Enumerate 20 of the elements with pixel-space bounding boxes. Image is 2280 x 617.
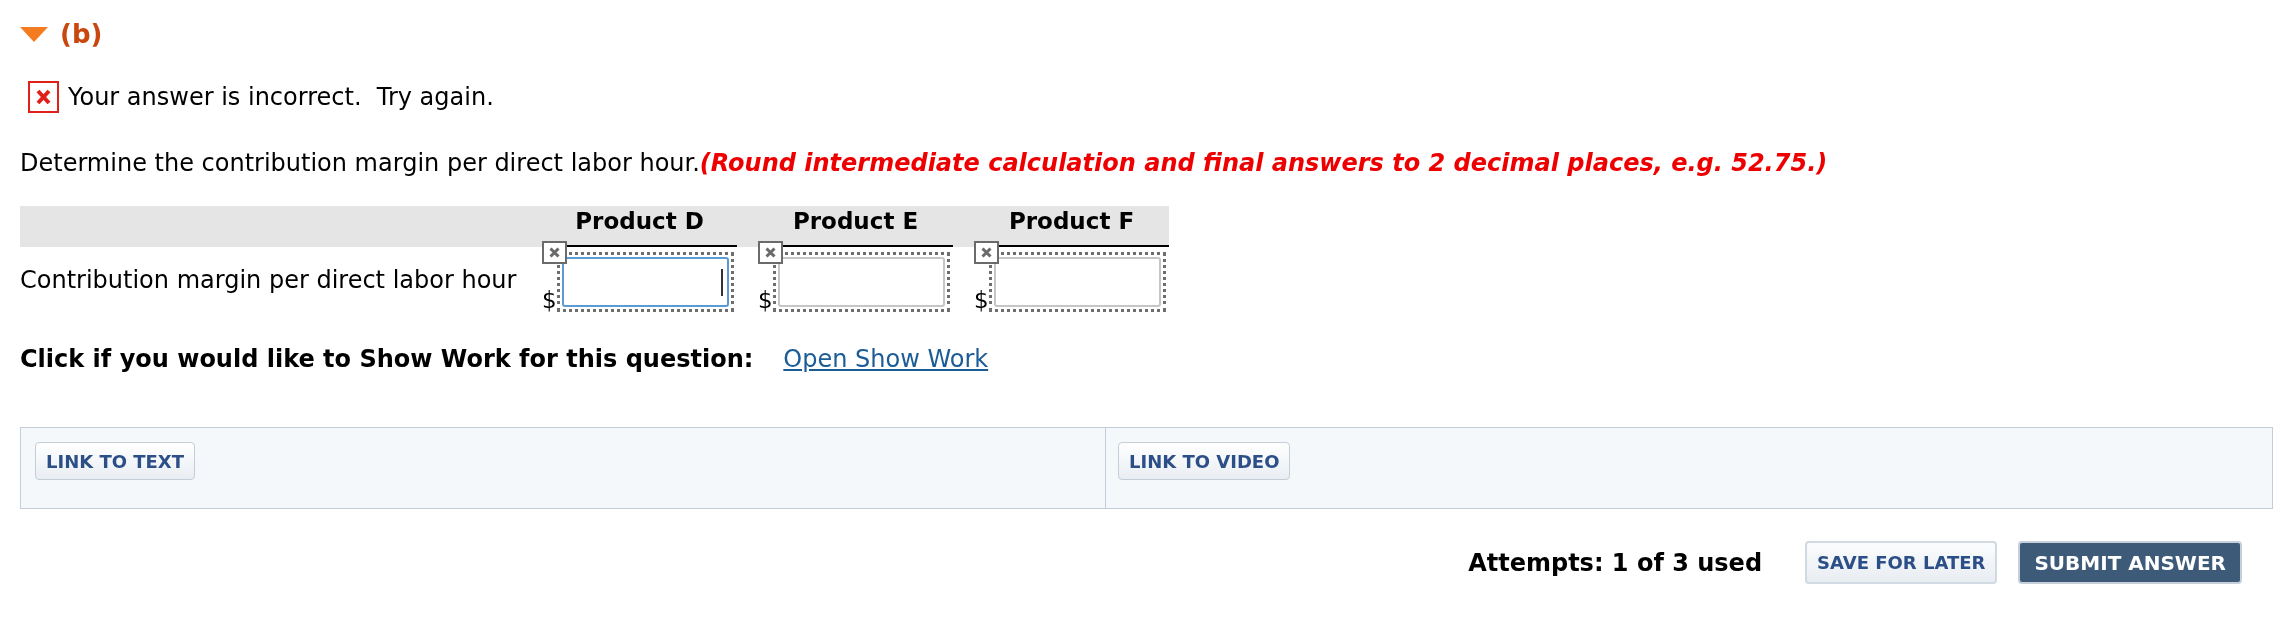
- currency-sign: $: [758, 288, 773, 312]
- submit-button[interactable]: SUBMIT ANSWER: [2018, 541, 2242, 584]
- show-work-prompt: Click if you would like to Show Work for this question:: [20, 344, 754, 374]
- row-label: Contribution margin per direct labor hour: [20, 264, 518, 295]
- answer-field[interactable]: [773, 252, 950, 312]
- attempts-counter: Attempts: 1 of 3 used: [1468, 548, 1763, 577]
- caret-down-icon[interactable]: [20, 26, 48, 42]
- open-show-work-link[interactable]: Open Show Work: [783, 344, 989, 374]
- feedback-message: Your answer is incorrect. Try again.: [68, 82, 494, 112]
- save-button[interactable]: SAVE FOR LATER: [1805, 541, 1998, 584]
- resource-link-button[interactable]: LINK TO TEXT: [35, 442, 196, 480]
- resource-link-button[interactable]: LINK TO VIDEO: [1118, 442, 1291, 480]
- part-label[interactable]: (b): [60, 17, 103, 51]
- currency-sign: $: [974, 288, 989, 312]
- question-prompt: Determine the contribution margin per direct labor hour.: [20, 149, 700, 177]
- answer-field[interactable]: [989, 252, 1166, 312]
- answer-field[interactable]: [557, 252, 734, 312]
- currency-sign: $: [542, 288, 557, 312]
- rounding-instruction: (Round intermediate calculation and final answers to 2 decimal places, e.g. 52.75.): [699, 149, 1828, 177]
- text-cursor-icon: [721, 268, 723, 296]
